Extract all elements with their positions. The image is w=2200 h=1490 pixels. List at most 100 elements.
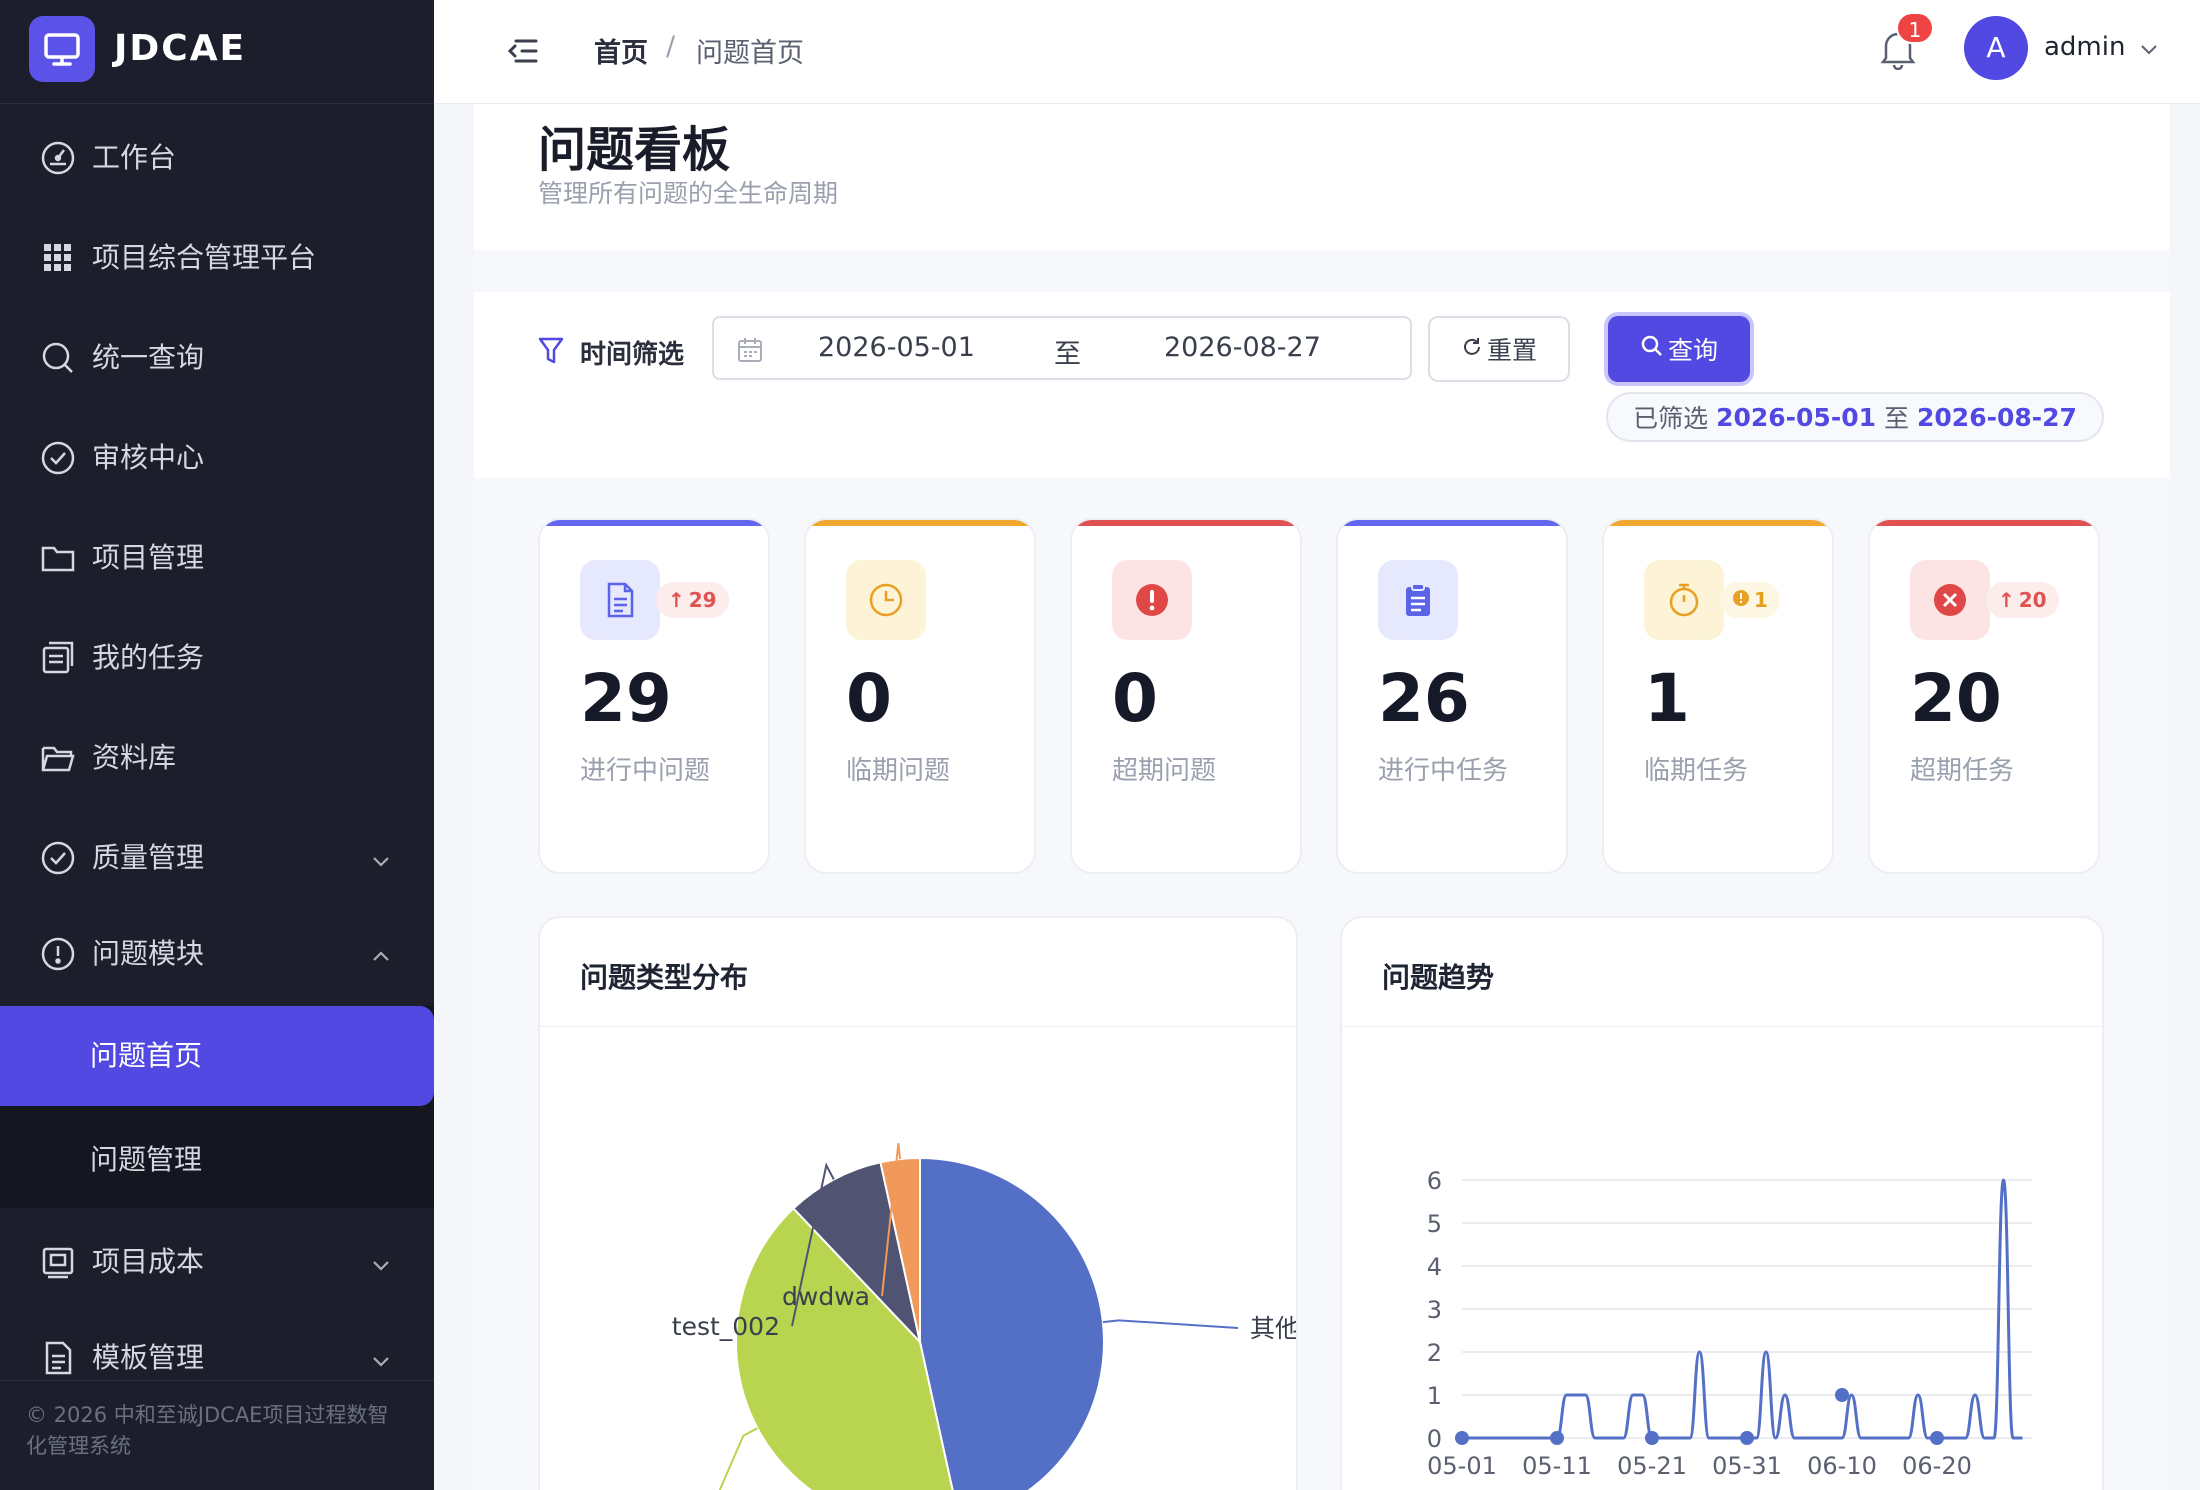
date-range-picker[interactable]: 2026-05-01 至 2026-08-27 xyxy=(712,316,1412,380)
x-tick-label: 05-31 xyxy=(1712,1452,1782,1480)
accent-bar xyxy=(1604,520,1832,526)
badge-value: 1 xyxy=(1754,588,1768,612)
username[interactable]: admin xyxy=(2044,32,2125,62)
grid-icon xyxy=(40,240,76,276)
chevron-down-icon xyxy=(370,1250,392,1272)
sidebar-subitem-issue-manage[interactable]: 问题管理 xyxy=(90,1140,202,1180)
data-point xyxy=(1835,1388,1849,1402)
sidebar-item-my-tasks[interactable]: 我的任务 xyxy=(0,614,434,702)
menu-fold-icon[interactable] xyxy=(506,36,540,66)
stat-card-due-tasks[interactable]: 1 1 临期任务 xyxy=(1602,518,1834,874)
x-tick-label: 05-21 xyxy=(1617,1452,1687,1480)
stat-card-overdue-issues[interactable]: 0 超期问题 xyxy=(1070,518,1302,874)
accent-bar xyxy=(1870,520,2098,526)
main-content: 问题看板 管理所有问题的全生命周期 时间筛选 2026-05-01 至 2026… xyxy=(474,104,2170,1490)
sidebar-item-search[interactable]: 统一查询 xyxy=(0,314,434,402)
dashboard-gauge-icon xyxy=(40,140,76,176)
avatar[interactable]: A xyxy=(1964,16,2028,80)
data-point xyxy=(1930,1431,1944,1445)
trend-badge: ↑ 29 xyxy=(656,582,729,618)
chip-prefix: 已筛选 xyxy=(1633,404,1709,433)
sidebar-item-library[interactable]: 资料库 xyxy=(0,714,434,802)
sidebar-item-templates[interactable]: 模板管理 xyxy=(0,1314,434,1402)
sidebar-item-label: 工作台 xyxy=(92,141,177,174)
sidebar-item-issues[interactable]: 问题模块 xyxy=(0,910,434,998)
y-tick-label: 5 xyxy=(1427,1210,1442,1238)
issue-trend-panel: 问题趋势 0 1 2 3 4 5 6 05-01 05-11 05-21 05-31 06-10 06-… xyxy=(1340,916,2104,1490)
stat-value: 29 xyxy=(580,660,672,737)
breadcrumb-home[interactable]: 首页 xyxy=(594,31,648,70)
data-point xyxy=(1550,1431,1564,1445)
sidebar-item-label: 项目管理 xyxy=(92,541,205,574)
filter-card: 时间筛选 2026-05-01 至 2026-08-27 重置 查询 已筛选 2… xyxy=(474,292,2170,478)
chip-sep: 至 xyxy=(1884,404,1910,433)
y-tick-label: 3 xyxy=(1427,1296,1442,1324)
reset-button[interactable]: 重置 xyxy=(1428,316,1570,382)
badge-value: 29 xyxy=(688,588,717,612)
stat-card-open-issues[interactable]: ↑ 29 29 进行中问题 xyxy=(538,518,770,874)
sidebar-item-label: 问题模块 xyxy=(92,937,205,970)
task-list-icon xyxy=(40,640,76,676)
sidebar-item-cost[interactable]: 项目成本 xyxy=(0,1218,434,1306)
y-tick-label: 4 xyxy=(1427,1253,1442,1281)
chevron-up-icon xyxy=(370,942,392,964)
arrow-up-icon: ↑ xyxy=(1998,588,2015,612)
trend-badge: ↑ 20 xyxy=(1986,582,2059,618)
stat-card-due-issues[interactable]: 0 临期问题 xyxy=(804,518,1036,874)
accent-bar xyxy=(1072,520,1300,526)
start-date-input[interactable]: 2026-05-01 xyxy=(818,332,975,363)
search-icon xyxy=(1640,334,1664,364)
data-point xyxy=(1455,1431,1469,1445)
sidebar-item-review[interactable]: 审核中心 xyxy=(0,414,434,502)
refresh-icon xyxy=(1461,335,1483,364)
chevron-down-icon xyxy=(370,846,392,868)
stat-label: 超期任务 xyxy=(1910,756,2015,786)
notification-badge: 1 xyxy=(1896,12,1934,44)
y-tick-label: 2 xyxy=(1427,1339,1442,1367)
pie-label: 其他 xyxy=(1250,1314,1298,1343)
stat-value: 26 xyxy=(1378,660,1470,737)
stat-card-open-tasks[interactable]: 26 进行中任务 xyxy=(1336,518,1568,874)
monitor-icon xyxy=(29,16,95,82)
pie-label: dwdwa xyxy=(782,1282,870,1311)
chevron-down-icon[interactable] xyxy=(2138,38,2160,60)
end-date-input[interactable]: 2026-08-27 xyxy=(1164,332,1321,363)
accent-bar xyxy=(806,520,1034,526)
x-tick-label: 05-01 xyxy=(1427,1452,1497,1480)
x-tick-label: 05-11 xyxy=(1522,1452,1592,1480)
stat-label: 超期问题 xyxy=(1112,756,1217,786)
y-tick-label: 1 xyxy=(1427,1382,1442,1410)
sidebar-item-quality[interactable]: 质量管理 xyxy=(0,814,434,902)
sidebar-item-platform[interactable]: 项目综合管理平台 xyxy=(0,214,434,302)
x-circle-icon xyxy=(1910,560,1990,640)
alert-circle-icon xyxy=(40,936,76,972)
y-tick-label: 0 xyxy=(1427,1425,1442,1453)
divider xyxy=(0,1380,434,1381)
pie-leader-line xyxy=(718,1427,758,1490)
breadcrumb-separator: / xyxy=(666,31,676,62)
reset-label: 重置 xyxy=(1486,336,1537,365)
x-tick-label: 06-20 xyxy=(1902,1452,1972,1480)
sidebar-item-projects[interactable]: 项目管理 xyxy=(0,514,434,602)
data-point xyxy=(1740,1431,1754,1445)
stat-card-overdue-tasks[interactable]: ↑ 20 20 超期任务 xyxy=(1868,518,2100,874)
sidebar-item-label: 质量管理 xyxy=(92,841,205,874)
stat-value: 0 xyxy=(846,660,892,737)
clipboard-icon xyxy=(1378,560,1458,640)
search-icon xyxy=(40,340,76,376)
accent-bar xyxy=(1338,520,1566,526)
page-subtitle: 管理所有问题的全生命周期 xyxy=(538,179,839,208)
pie-slice xyxy=(919,1156,1105,1490)
filter-label: 时间筛选 xyxy=(580,340,685,370)
warning-badge: 1 xyxy=(1720,582,1780,618)
pie-label: test_002 xyxy=(672,1312,780,1341)
range-separator: 至 xyxy=(1054,339,1081,370)
alert-icon xyxy=(1112,560,1192,640)
page-title: 问题看板 xyxy=(538,122,731,178)
chip-end: 2026-08-27 xyxy=(1917,402,2077,432)
check-circle-icon xyxy=(40,840,76,876)
sidebar-item-workbench[interactable]: 工作台 xyxy=(0,114,434,202)
stat-label: 进行中问题 xyxy=(580,756,711,786)
sidebar-subitem-issue-home[interactable]: 问题首页 xyxy=(0,1006,434,1106)
query-button[interactable]: 查询 xyxy=(1608,316,1750,382)
